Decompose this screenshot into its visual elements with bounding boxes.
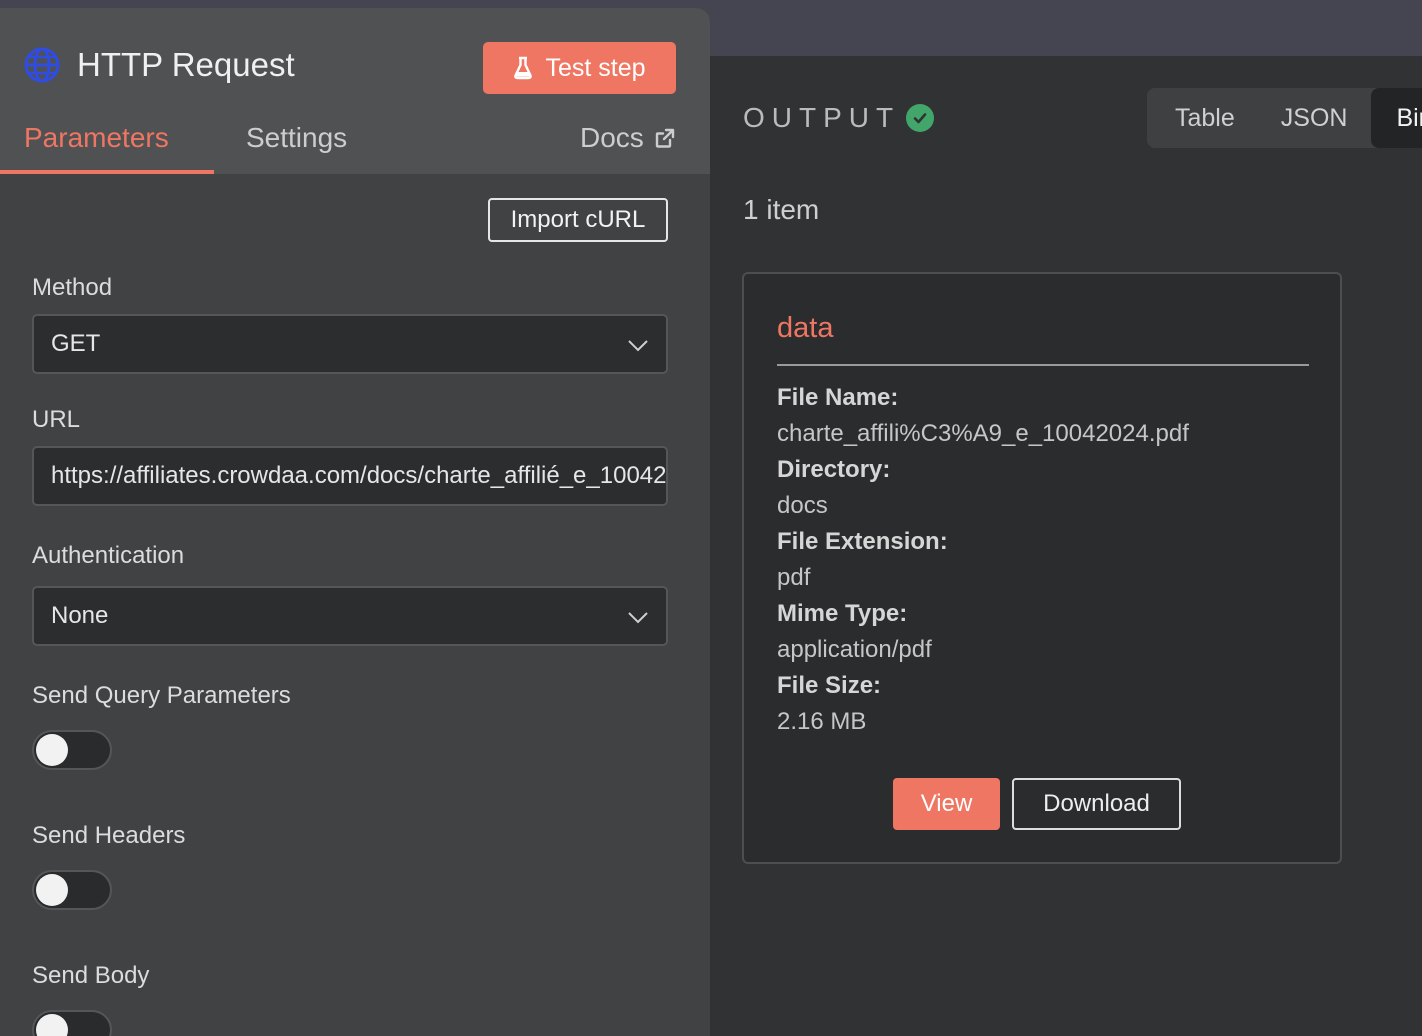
output-panel: OUTPUT Table JSON Bir 1 item data File N… xyxy=(710,56,1422,1036)
directory-value: docs xyxy=(777,492,828,519)
flask-icon xyxy=(514,56,533,80)
tab-settings[interactable]: Settings xyxy=(246,122,347,154)
globe-icon xyxy=(24,47,60,83)
authentication-value: None xyxy=(51,602,109,629)
send-headers-toggle[interactable] xyxy=(32,870,112,910)
mime-type-value: application/pdf xyxy=(777,636,932,663)
authentication-label: Authentication xyxy=(32,542,185,569)
docs-label: Docs xyxy=(580,122,644,153)
view-table-button[interactable]: Table xyxy=(1147,88,1259,148)
file-extension-label: File Extension: xyxy=(777,528,948,555)
file-extension-value: pdf xyxy=(777,564,811,591)
binary-data-card: data File Name: charte_affili%C3%A9_e_10… xyxy=(742,272,1342,864)
import-curl-button[interactable]: Import cURL xyxy=(488,198,668,242)
node-parameters-panel: HTTP Request Test step Parameters Settin… xyxy=(0,8,710,1036)
view-binary-button[interactable]: Bir xyxy=(1371,88,1422,148)
output-title: OUTPUT xyxy=(743,102,901,133)
directory-label: Directory: xyxy=(777,456,891,483)
send-body-toggle[interactable] xyxy=(32,1010,112,1036)
method-select[interactable]: GET xyxy=(32,314,668,374)
url-label: URL xyxy=(32,406,81,433)
external-link-icon xyxy=(655,128,674,148)
toggle-knob xyxy=(36,1014,68,1036)
toggle-knob xyxy=(36,874,68,906)
file-size-label: File Size: xyxy=(777,672,882,699)
view-button[interactable]: View xyxy=(893,778,1000,830)
url-input[interactable] xyxy=(32,446,668,506)
file-name-label: File Name: xyxy=(777,384,899,411)
divider xyxy=(777,364,1309,366)
active-tab-indicator xyxy=(0,170,214,174)
docs-link[interactable]: Docs xyxy=(580,122,676,154)
authentication-select[interactable]: None xyxy=(32,586,668,646)
method-label: Method xyxy=(32,274,113,301)
output-view-toggle: Table JSON Bir xyxy=(1147,88,1422,148)
chevron-down-icon xyxy=(628,340,648,352)
file-name-value: charte_affili%C3%A9_e_10042024.pdf xyxy=(777,420,1189,447)
view-json-button[interactable]: JSON xyxy=(1259,88,1372,148)
file-size-value: 2.16 MB xyxy=(777,708,867,735)
tab-parameters[interactable]: Parameters xyxy=(24,122,169,154)
test-step-button[interactable]: Test step xyxy=(483,42,676,94)
chevron-down-icon xyxy=(628,612,648,624)
node-title: HTTP Request xyxy=(77,46,295,83)
send-query-toggle[interactable] xyxy=(32,730,112,770)
binary-key: data xyxy=(777,312,834,344)
send-body-label: Send Body xyxy=(32,962,150,989)
mime-type-label: Mime Type: xyxy=(777,600,908,627)
method-value: GET xyxy=(51,330,101,357)
send-headers-label: Send Headers xyxy=(32,822,186,849)
test-step-label: Test step xyxy=(545,53,646,82)
item-count: 1 item xyxy=(743,194,820,225)
send-query-label: Send Query Parameters xyxy=(32,682,291,709)
check-circle-icon xyxy=(906,104,934,132)
download-button[interactable]: Download xyxy=(1012,778,1181,830)
panel-header: HTTP Request Test step Parameters Settin… xyxy=(0,8,710,174)
toggle-knob xyxy=(36,734,68,766)
